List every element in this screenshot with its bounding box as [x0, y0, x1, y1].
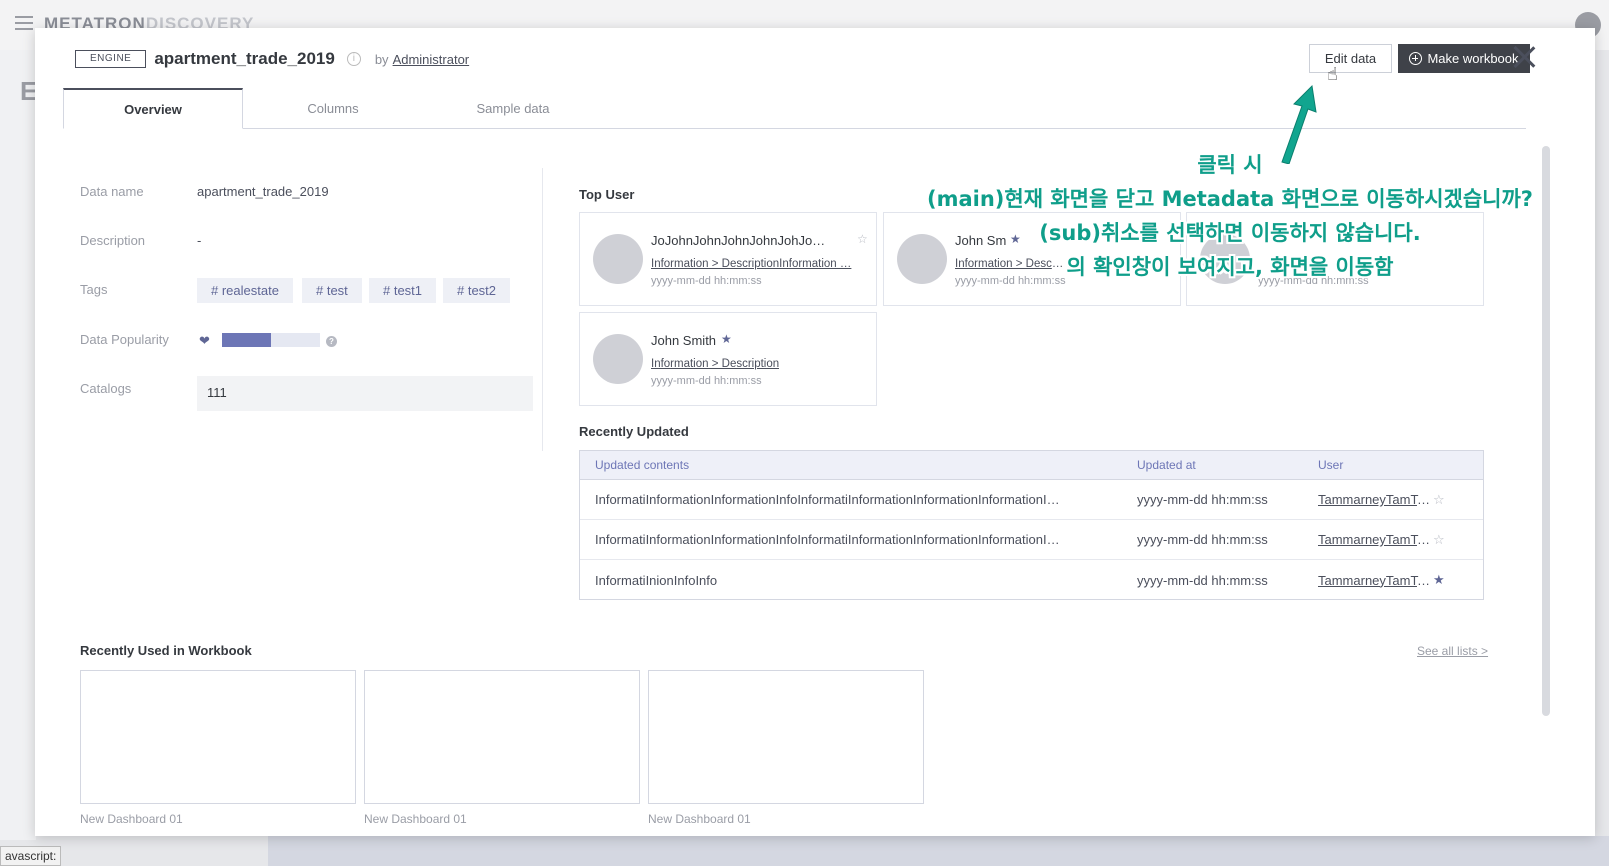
table-row[interactable]: InformatiInformationInformationInfoInfor… [580, 480, 1483, 520]
data-name-label: Data name [80, 184, 144, 199]
dataset-title: apartment_trade_2019 [154, 49, 335, 68]
user-link[interactable]: TammarneyTamTa… [1303, 573, 1433, 588]
updated-at: yyyy-mm-dd hh:mm:ss [1137, 532, 1268, 547]
tag-chip[interactable]: # realestate [197, 278, 293, 303]
info-icon[interactable]: i [346, 52, 361, 66]
heart-icon: ❤ [199, 333, 210, 348]
top-user-card[interactable]: John Smith ★ Information > Description y… [579, 312, 877, 406]
background-footer [268, 836, 1609, 866]
edit-data-button[interactable]: Edit data [1309, 44, 1392, 73]
description-value: - [197, 233, 202, 248]
description-label: Description [80, 233, 146, 248]
top-user-title: Top User [579, 187, 635, 202]
see-all-link[interactable]: See all lists > [1417, 644, 1488, 658]
data-name-value: apartment_trade_2019 [197, 184, 329, 199]
catalog-value: 111 [197, 376, 533, 411]
user-activity-link[interactable]: Information > DescriptionInformation … [651, 258, 873, 270]
table-header: Updated contents Updated at User [580, 451, 1483, 480]
user-link[interactable]: TammarneyTamTa… [1303, 492, 1433, 507]
recently-updated-table: Updated contents Updated at User Informa… [579, 450, 1484, 600]
catalogs-label: Catalogs [80, 381, 132, 396]
pointer-cursor-icon: ☝ [1327, 64, 1338, 84]
workbook-name: New Dashboard 01 [80, 812, 183, 826]
avatar [593, 234, 643, 284]
updated-content: InformatiInformationInformationInfoInfor… [595, 532, 1060, 547]
tab-sample-data[interactable]: Sample data [423, 88, 603, 129]
annotation-line: (main)현재 화면을 닫고 Metadata 화면으로 이동하시겠습니까? [927, 187, 1533, 211]
help-icon[interactable]: ? [326, 336, 337, 347]
column-header: Updated at [1137, 458, 1196, 472]
updated-at: yyyy-mm-dd hh:mm:ss [1137, 572, 1268, 588]
tags-label: Tags [80, 282, 108, 297]
tag-chip[interactable]: # test1 [369, 278, 437, 303]
modal-header: ENGINE apartment_trade_2019 i by Adminis… [75, 48, 469, 70]
table-row[interactable]: InformatiInformationInformationInfoInfor… [580, 520, 1483, 560]
updated-content: InformatiInionInfoInfo [595, 572, 718, 588]
tag-chip[interactable]: # test [302, 278, 362, 303]
engine-badge: ENGINE [75, 50, 147, 68]
annotation-line: 의 확인창이 보여지고, 화면을 이동함 [1066, 255, 1394, 279]
workbook-card[interactable] [364, 670, 640, 804]
updated-content: InformatiInformationInformationInfoInfor… [595, 492, 1060, 507]
star-outline-icon[interactable]: ☆ [1433, 492, 1468, 508]
star-filled-icon[interactable]: ★ [721, 332, 732, 346]
hamburger-menu-icon[interactable] [15, 16, 33, 30]
column-divider [542, 168, 543, 451]
table-row[interactable]: InformatiInionInfoInfo yyyy-mm-dd hh:mm:… [580, 560, 1483, 600]
status-bar-url: avascript: [0, 846, 62, 866]
popularity-bar-fill [222, 333, 271, 347]
user-link[interactable]: TammarneyTamTa… [1303, 532, 1433, 547]
recently-updated-title: Recently Updated [579, 424, 689, 439]
tab-columns[interactable]: Columns [243, 88, 423, 129]
tag-chip[interactable]: # test2 [443, 278, 511, 303]
workbook-card[interactable] [80, 670, 356, 804]
user-date: yyyy-mm-dd hh:mm:ss [651, 375, 762, 387]
popularity-bar [222, 333, 320, 347]
owner-link[interactable]: Administrator [393, 52, 470, 67]
column-header: Updated contents [595, 458, 690, 472]
make-workbook-label: Make workbook [1427, 51, 1519, 66]
user-activity-link[interactable]: Information > Description [651, 358, 779, 370]
star-filled-icon[interactable]: ★ [1433, 572, 1468, 588]
plus-circle-icon [1409, 52, 1423, 65]
popularity-label: Data Popularity [80, 332, 169, 347]
annotation-line: 클릭 시 [1197, 153, 1263, 177]
workbook-name: New Dashboard 01 [648, 812, 751, 826]
updated-at: yyyy-mm-dd hh:mm:ss [1137, 492, 1268, 507]
app-sidebar [0, 50, 36, 840]
top-user-card[interactable]: JoJohnJohnJohnJohnJohJo… ☆ Information >… [579, 212, 877, 306]
user-name: JoJohnJohnJohnJohnJohJo… [651, 233, 826, 248]
by-label: by [374, 51, 389, 67]
close-icon[interactable] [1511, 44, 1537, 70]
annotation-line: (sub)취소를 선택하면 이동하지 않습니다. [1039, 221, 1421, 245]
recently-used-title: Recently Used in Workbook [80, 643, 252, 658]
workbook-name: New Dashboard 01 [364, 812, 467, 826]
avatar [593, 334, 643, 384]
user-name: John Smith [651, 333, 717, 348]
column-header: User [1318, 458, 1344, 472]
user-date: yyyy-mm-dd hh:mm:ss [651, 275, 762, 287]
annotation-note: 클릭 시 (main)현재 화면을 닫고 Metadata 화면으로 이동하시겠… [900, 148, 1560, 284]
star-outline-icon[interactable]: ☆ [857, 232, 868, 246]
workbook-card[interactable] [648, 670, 924, 804]
tab-overview[interactable]: Overview [63, 88, 243, 129]
star-outline-icon[interactable]: ☆ [1433, 532, 1468, 548]
